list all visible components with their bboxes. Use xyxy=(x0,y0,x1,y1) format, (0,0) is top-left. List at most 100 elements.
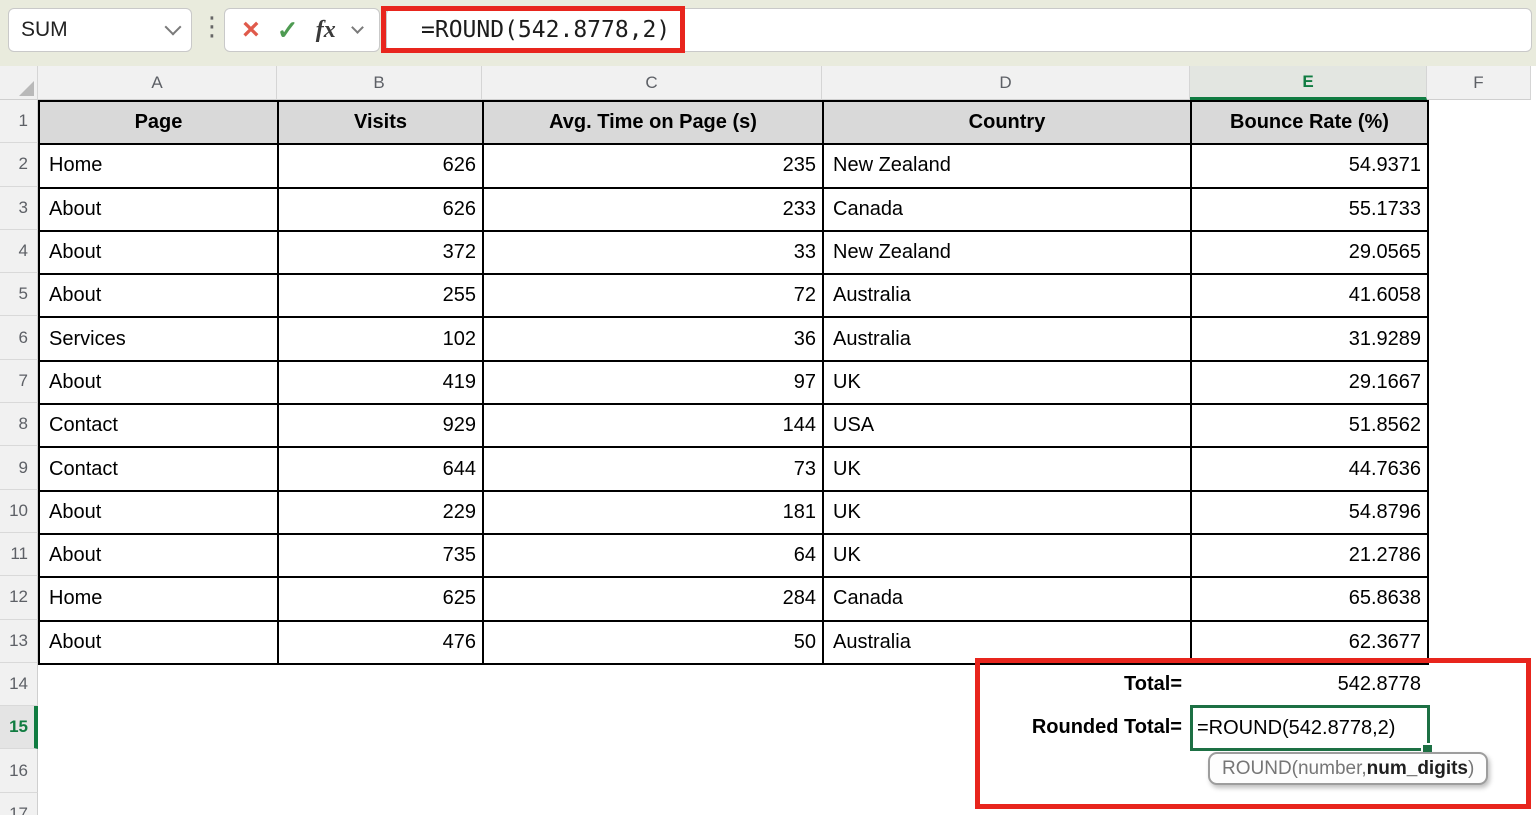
function-chevron-down-icon[interactable] xyxy=(351,21,364,34)
column-header-strip: A B C D E F xyxy=(0,66,1531,100)
cell[interactable]: 51.8562 xyxy=(1192,405,1429,448)
cell[interactable]: Contact xyxy=(40,448,279,491)
cell[interactable]: 284 xyxy=(484,578,824,621)
row-header-7[interactable]: 7 xyxy=(0,360,38,403)
cell[interactable]: 626 xyxy=(279,145,484,188)
cell[interactable]: 31.9289 xyxy=(1192,318,1429,361)
cell[interactable]: 50 xyxy=(484,622,824,665)
row-header-16[interactable]: 16 xyxy=(0,749,38,792)
cell[interactable]: 255 xyxy=(279,275,484,318)
cell[interactable]: 181 xyxy=(484,492,824,535)
cell[interactable]: Services xyxy=(40,318,279,361)
cell[interactable]: 233 xyxy=(484,189,824,232)
column-header-c[interactable]: C xyxy=(482,66,822,100)
cell[interactable]: 36 xyxy=(484,318,824,361)
cell[interactable]: 626 xyxy=(279,189,484,232)
formula-button-group: × ✓ fx xyxy=(224,8,380,52)
header-cell-avgtime[interactable]: Avg. Time on Page (s) xyxy=(484,102,824,145)
header-cell-country[interactable]: Country xyxy=(824,102,1192,145)
row-header-11[interactable]: 11 xyxy=(0,533,38,576)
header-cell-visits[interactable]: Visits xyxy=(279,102,484,145)
cell[interactable]: Home xyxy=(40,145,279,188)
cell[interactable]: 102 xyxy=(279,318,484,361)
cell[interactable]: Home xyxy=(40,578,279,621)
row-header-8[interactable]: 8 xyxy=(0,403,38,446)
row-header-13[interactable]: 13 xyxy=(0,620,38,663)
cell[interactable]: UK xyxy=(824,492,1192,535)
header-cell-page[interactable]: Page xyxy=(40,102,279,145)
row-header-6[interactable]: 6 xyxy=(0,316,38,359)
cell[interactable]: 41.6058 xyxy=(1192,275,1429,318)
row-header-9[interactable]: 9 xyxy=(0,446,38,489)
cell[interactable]: 73 xyxy=(484,448,824,491)
cell[interactable]: 44.7636 xyxy=(1192,448,1429,491)
cell[interactable]: Canada xyxy=(824,578,1192,621)
column-header-b[interactable]: B xyxy=(277,66,482,100)
enter-check-icon[interactable]: ✓ xyxy=(277,17,299,43)
cell[interactable]: New Zealand xyxy=(824,145,1192,188)
cell[interactable]: 419 xyxy=(279,362,484,405)
formula-toolbar: SUM ⋮ × ✓ fx =ROUND(542.8778,2) xyxy=(0,0,1536,66)
annotation-red-box-result xyxy=(975,658,1531,809)
cell[interactable]: 55.1733 xyxy=(1192,189,1429,232)
cell[interactable]: 64 xyxy=(484,535,824,578)
select-all-corner[interactable] xyxy=(0,66,38,100)
cell[interactable]: Australia xyxy=(824,318,1192,361)
header-cell-bounce[interactable]: Bounce Rate (%) xyxy=(1192,102,1429,145)
cell[interactable]: 735 xyxy=(279,535,484,578)
column-header-e[interactable]: E xyxy=(1190,66,1427,100)
cell[interactable]: Canada xyxy=(824,189,1192,232)
name-box-chevron-down-icon[interactable] xyxy=(165,19,182,36)
cell[interactable]: 235 xyxy=(484,145,824,188)
name-box[interactable]: SUM xyxy=(8,8,192,52)
cell[interactable]: 29.1667 xyxy=(1192,362,1429,405)
cell[interactable]: About xyxy=(40,535,279,578)
cell[interactable]: 21.2786 xyxy=(1192,535,1429,578)
cell[interactable]: Australia xyxy=(824,275,1192,318)
cell[interactable]: About xyxy=(40,622,279,665)
select-all-triangle-icon xyxy=(19,81,34,96)
cell[interactable]: 644 xyxy=(279,448,484,491)
cell[interactable]: 625 xyxy=(279,578,484,621)
cell[interactable]: USA xyxy=(824,405,1192,448)
row-header-17[interactable]: 17 xyxy=(0,793,38,815)
cell[interactable]: 33 xyxy=(484,232,824,275)
cell[interactable]: 29.0565 xyxy=(1192,232,1429,275)
cell[interactable]: About xyxy=(40,275,279,318)
cell[interactable]: New Zealand xyxy=(824,232,1192,275)
cell[interactable]: 144 xyxy=(484,405,824,448)
cell[interactable]: UK xyxy=(824,535,1192,578)
row-header-5[interactable]: 5 xyxy=(0,273,38,316)
column-header-a[interactable]: A xyxy=(38,66,277,100)
column-header-d[interactable]: D xyxy=(822,66,1190,100)
cell[interactable]: Contact xyxy=(40,405,279,448)
cell[interactable]: 929 xyxy=(279,405,484,448)
cell[interactable]: About xyxy=(40,189,279,232)
name-box-value: SUM xyxy=(21,18,68,42)
cell[interactable]: 97 xyxy=(484,362,824,405)
cell[interactable]: 229 xyxy=(279,492,484,535)
row-header-4[interactable]: 4 xyxy=(0,230,38,273)
cell[interactable]: 476 xyxy=(279,622,484,665)
cell[interactable]: About xyxy=(40,232,279,275)
row-header-14[interactable]: 14 xyxy=(0,663,38,706)
cell[interactable]: About xyxy=(40,362,279,405)
cell[interactable]: 372 xyxy=(279,232,484,275)
row-header-2[interactable]: 2 xyxy=(0,143,38,186)
row-header-10[interactable]: 10 xyxy=(0,490,38,533)
row-header-12[interactable]: 12 xyxy=(0,576,38,619)
insert-function-fx-icon[interactable]: fx xyxy=(316,17,336,44)
row-header-3[interactable]: 3 xyxy=(0,187,38,230)
cell[interactable]: 54.8796 xyxy=(1192,492,1429,535)
cell[interactable]: 54.9371 xyxy=(1192,145,1429,188)
column-header-f[interactable]: F xyxy=(1427,66,1531,100)
annotation-red-box-formula xyxy=(381,6,685,53)
row-header-15[interactable]: 15 xyxy=(0,706,38,749)
cell[interactable]: UK xyxy=(824,448,1192,491)
cell[interactable]: 72 xyxy=(484,275,824,318)
row-header-1[interactable]: 1 xyxy=(0,100,38,143)
cell[interactable]: UK xyxy=(824,362,1192,405)
cancel-icon[interactable]: × xyxy=(242,15,260,45)
cell[interactable]: About xyxy=(40,492,279,535)
cell[interactable]: 65.8638 xyxy=(1192,578,1429,621)
